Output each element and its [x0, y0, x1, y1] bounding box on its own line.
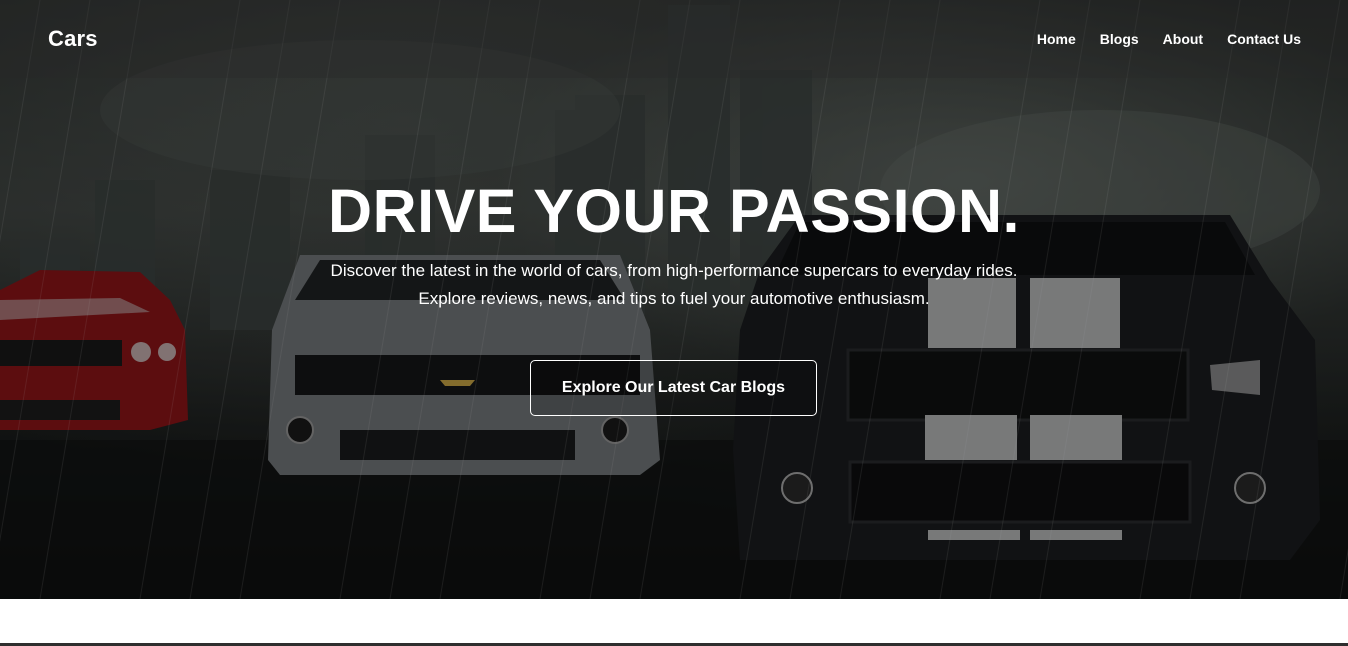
- hero-subtext: Discover the latest in the world of cars…: [330, 261, 1018, 308]
- main-nav: Home Blogs About Contact Us: [1037, 31, 1301, 47]
- nav-link-contact[interactable]: Contact Us: [1227, 31, 1301, 47]
- nav-link-home[interactable]: Home: [1037, 31, 1076, 47]
- brand-logo[interactable]: Cars: [48, 26, 98, 52]
- nav-link-blogs[interactable]: Blogs: [1100, 31, 1139, 47]
- explore-blogs-button[interactable]: Explore Our Latest Car Blogs: [530, 360, 817, 416]
- hero-headline: DRIVE YOUR PASSION.: [328, 177, 1020, 245]
- navbar: Cars Home Blogs About Contact Us: [0, 0, 1348, 78]
- hero-section: Cars Home Blogs About Contact Us DRIVE Y…: [0, 0, 1348, 599]
- nav-link-about[interactable]: About: [1163, 31, 1203, 47]
